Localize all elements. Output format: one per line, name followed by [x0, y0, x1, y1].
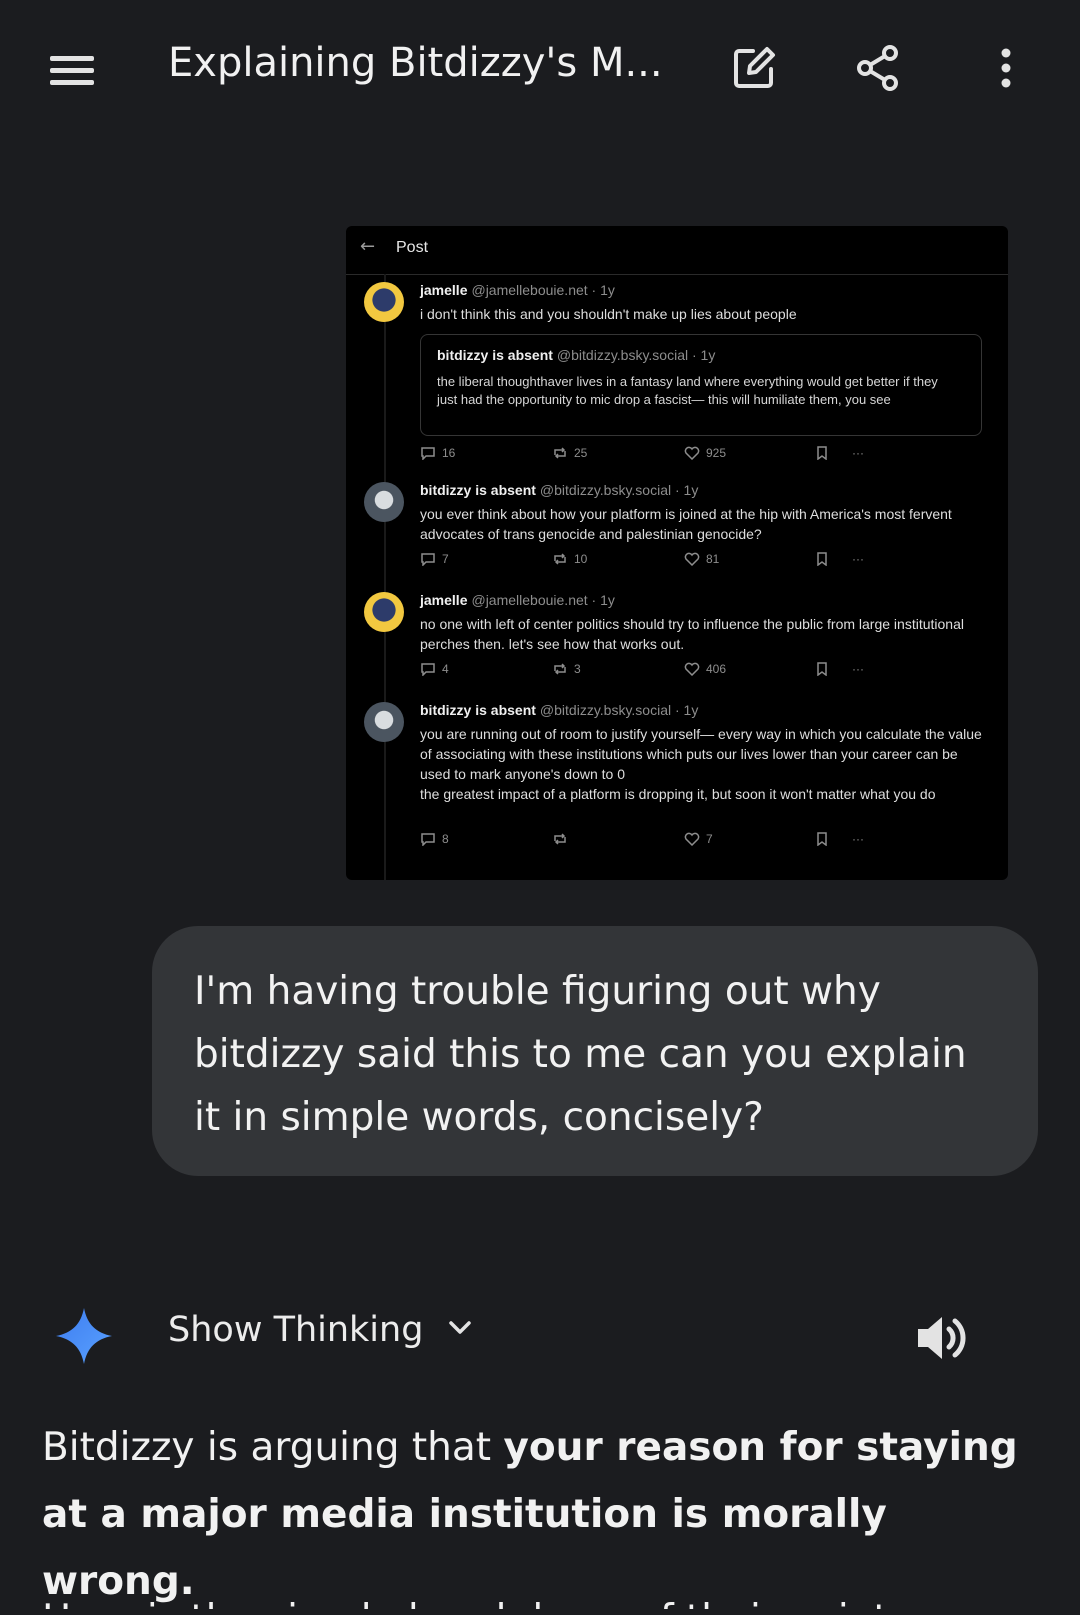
post-text: you ever think about how your platform i… — [420, 506, 952, 542]
quoted-post: bitdizzy is absent @bitdizzy.bsky.social … — [420, 334, 982, 436]
post-actions: 16 25 925 ··· — [420, 446, 880, 464]
more-icon: ··· — [852, 832, 864, 846]
author-name: jamelle — [420, 282, 468, 298]
show-thinking-label: Show Thinking — [168, 1310, 424, 1350]
edit-icon[interactable] — [726, 40, 782, 96]
response-text: Bitdizzy is arguing that — [42, 1425, 504, 1470]
avatar — [364, 592, 404, 632]
reply-count: 16 — [420, 446, 455, 460]
avatar — [364, 482, 404, 522]
thread-line — [384, 274, 386, 880]
bookmark-icon — [816, 662, 828, 676]
bookmark-icon — [816, 446, 828, 460]
post-text-continued: the greatest impact of a platform is dro… — [420, 786, 936, 802]
more-icon: ··· — [852, 662, 864, 676]
conversation-title[interactable]: Explaining Bitdizzy's M... — [168, 40, 663, 86]
bookmark-icon — [816, 832, 828, 846]
post-actions: 8 7 ··· — [420, 832, 880, 850]
quote-author-name: bitdizzy is absent — [437, 347, 553, 363]
repost-count: 25 — [552, 446, 587, 460]
author-handle: @bitdizzy.bsky.social · 1y — [539, 482, 699, 498]
user-message-text: I'm having trouble figuring out why bitd… — [194, 969, 967, 1140]
post-header: ← Post — [346, 226, 1008, 275]
post-text: i don't think this and you shouldn't mak… — [420, 306, 797, 322]
author-handle: @jamellebouie.net · 1y — [471, 282, 615, 298]
chevron-down-icon — [445, 1313, 475, 1347]
author-name: jamelle — [420, 592, 468, 608]
reply-count: 7 — [420, 552, 449, 566]
avatar — [364, 282, 404, 322]
repost-count: 3 — [552, 662, 581, 676]
post-text: no one with left of center politics shou… — [420, 616, 964, 652]
quote-text: the liberal thoughthaver lives in a fant… — [437, 374, 938, 407]
back-arrow-icon: ← — [360, 236, 376, 257]
avatar — [364, 702, 404, 742]
author-name: bitdizzy is absent — [420, 702, 536, 718]
like-count: 7 — [684, 832, 713, 846]
assistant-response: Bitdizzy is arguing that your reason for… — [42, 1414, 1052, 1615]
share-icon[interactable] — [850, 40, 906, 96]
like-count: 406 — [684, 662, 726, 676]
repost-count — [552, 832, 574, 846]
top-app-bar: Explaining Bitdizzy's M... — [0, 0, 1080, 140]
more-icon: ··· — [852, 446, 864, 460]
user-message-bubble[interactable]: I'm having trouble figuring out why bitd… — [152, 926, 1038, 1176]
bookmark-icon — [816, 552, 828, 566]
response-next-line: Here is the simple breakdown of their po… — [42, 1586, 1052, 1609]
author-name: bitdizzy is absent — [420, 482, 536, 498]
author-handle: @bitdizzy.bsky.social · 1y — [539, 702, 699, 718]
attached-screenshot[interactable]: ← Post jamelle @jamellebouie.net · 1y i d… — [346, 226, 1008, 880]
post-text: you are running out of room to justify y… — [420, 726, 982, 782]
reply-count: 4 — [420, 662, 449, 676]
like-count: 925 — [684, 446, 726, 460]
post-actions: 4 3 406 ··· — [420, 662, 880, 680]
show-thinking-toggle[interactable]: Show Thinking — [168, 1310, 475, 1350]
gemini-spark-icon — [54, 1306, 114, 1366]
repost-count: 10 — [552, 552, 587, 566]
post-actions: 7 10 81 ··· — [420, 552, 880, 570]
like-count: 81 — [684, 552, 719, 566]
reply-count: 8 — [420, 832, 449, 846]
more-vert-icon[interactable] — [978, 40, 1034, 96]
menu-icon[interactable] — [44, 44, 104, 94]
post-header-label: Post — [396, 239, 429, 256]
more-icon: ··· — [852, 552, 864, 566]
speaker-icon[interactable] — [912, 1310, 972, 1366]
quote-author-handle: @bitdizzy.bsky.social · 1y — [556, 347, 716, 363]
author-handle: @jamellebouie.net · 1y — [471, 592, 615, 608]
